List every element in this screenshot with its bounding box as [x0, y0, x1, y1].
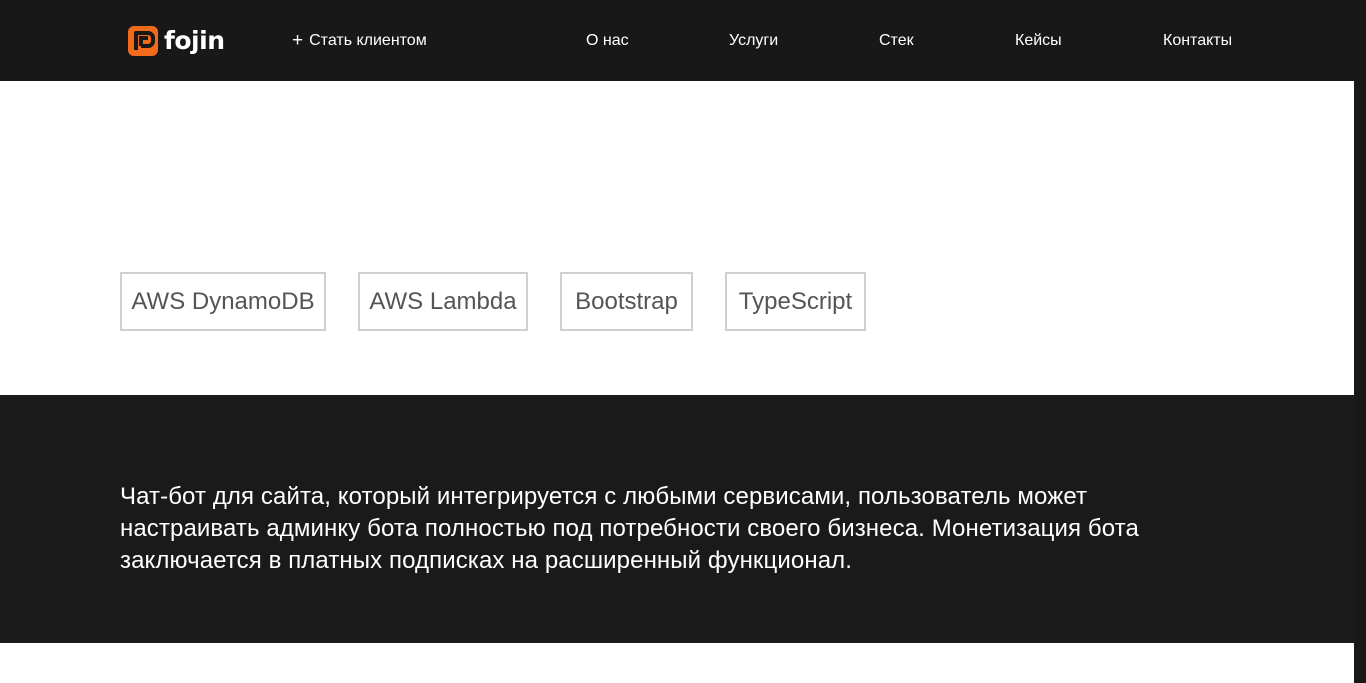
stack-tag-aws-lambda: AWS Lambda — [358, 272, 528, 331]
become-client-label: Стать клиентом — [309, 31, 427, 49]
become-client-button[interactable]: + Стать клиентом — [292, 30, 427, 51]
page-scrollbar[interactable] — [1354, 81, 1366, 683]
nav-item-services[interactable]: Услуги — [729, 30, 778, 51]
stack-tag-typescript: TypeScript — [725, 272, 866, 331]
nav-item-stack[interactable]: Стек — [879, 30, 914, 51]
project-description-section: Чат-бот для сайта, который интегрируется… — [0, 395, 1354, 643]
stack-tag-bootstrap: Bootstrap — [560, 272, 693, 331]
next-section — [0, 643, 1354, 683]
tech-stack-section: AWS DynamoDB AWS Lambda Bootstrap TypeSc… — [0, 81, 1354, 395]
logo-link[interactable]: fojin — [128, 25, 225, 57]
fojin-logo-icon — [128, 26, 158, 56]
plus-icon: + — [292, 30, 304, 51]
site-header: fojin + Стать клиентом О нас Услуги Стек… — [0, 0, 1366, 81]
logo-text: fojin — [164, 26, 225, 55]
project-description: Чат-бот для сайта, который интегрируется… — [120, 483, 1139, 574]
nav-item-about[interactable]: О нас — [586, 30, 629, 51]
page: fojin + Стать клиентом О нас Услуги Стек… — [0, 0, 1366, 683]
nav-item-cases[interactable]: Кейсы — [1015, 30, 1062, 51]
stack-tag-aws-dynamodb: AWS DynamoDB — [120, 272, 326, 331]
nav-item-contacts[interactable]: Контакты — [1163, 30, 1232, 51]
